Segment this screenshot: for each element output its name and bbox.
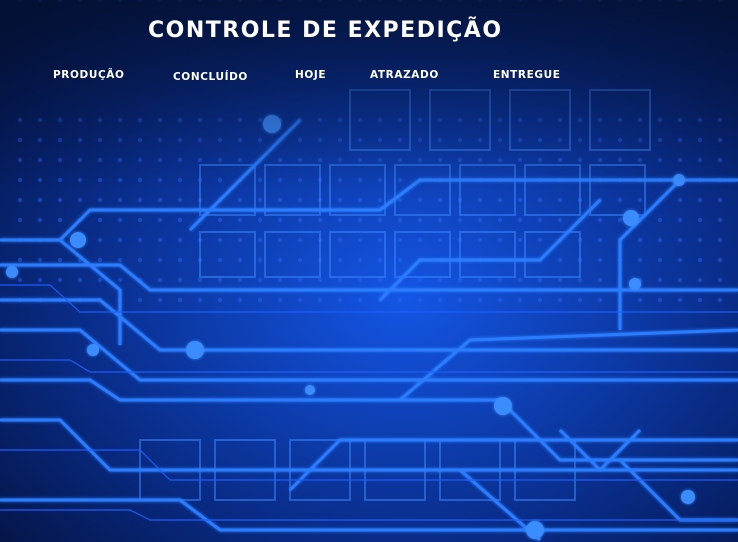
main-nav: PRODUÇÃO CONCLUÍDO HOJE ATRAZADO ENTREGU… — [0, 0, 738, 100]
nav-item-hoje[interactable]: HOJE — [295, 69, 326, 81]
nav-item-entregue[interactable]: ENTREGUE — [493, 69, 561, 81]
nav-item-atrazado[interactable]: ATRAZADO — [370, 69, 439, 81]
app-window: CONTROLE DE EXPEDIÇÃO PRODUÇÃO CONCLUÍDO… — [0, 0, 738, 542]
nav-item-producao[interactable]: PRODUÇÃO — [53, 69, 125, 81]
nav-item-concluido[interactable]: CONCLUÍDO — [173, 71, 248, 83]
